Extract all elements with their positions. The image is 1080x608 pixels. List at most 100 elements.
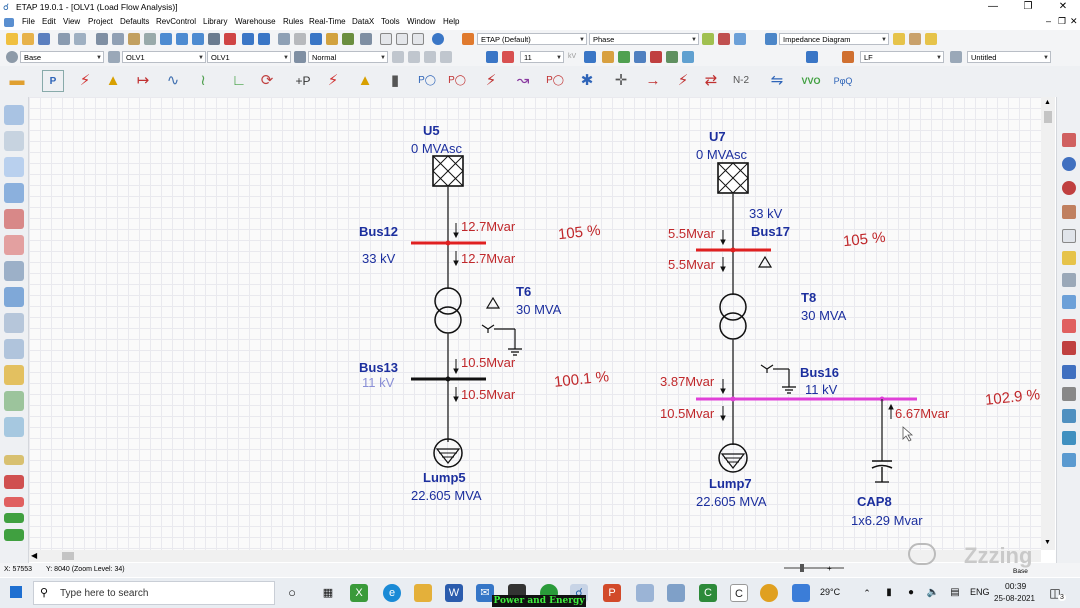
fuse-tool-icon[interactable]: [4, 475, 24, 489]
network-tool-icon[interactable]: [4, 529, 24, 541]
show-grid-icon[interactable]: [294, 33, 306, 45]
edge-icon[interactable]: e: [383, 584, 401, 602]
study-arrow-icon[interactable]: [806, 51, 818, 63]
capacitor-cap8[interactable]: [871, 460, 893, 483]
menu-revcontrol[interactable]: RevControl: [156, 17, 196, 26]
clock-time[interactable]: 00:39: [1005, 581, 1026, 591]
task-view-icon[interactable]: ▦: [319, 584, 337, 602]
zoom-in-icon[interactable]: [160, 33, 172, 45]
optimal-pf-icon[interactable]: P◯: [416, 70, 438, 92]
motor-tool-icon[interactable]: [4, 235, 24, 255]
ground-results-icon[interactable]: [1062, 387, 1076, 401]
report-manager-icon[interactable]: [634, 51, 646, 63]
menu-tools[interactable]: Tools: [381, 17, 400, 26]
mdi-close-button[interactable]: ✕: [1070, 16, 1078, 27]
ground-tool-icon[interactable]: [4, 417, 24, 437]
zoom-fit-icon[interactable]: [192, 33, 204, 45]
mdi-minimize-button[interactable]: –: [1046, 16, 1051, 26]
help-icon[interactable]: [432, 33, 444, 45]
run-load-flow-icon[interactable]: [486, 51, 498, 63]
mode-select[interactable]: Normal ▼: [308, 51, 388, 63]
transformer-t8[interactable]: [719, 293, 796, 394]
impedance-diagram-icon[interactable]: [765, 33, 777, 45]
switching-icon[interactable]: ✛: [610, 70, 632, 92]
voltage-results-icon[interactable]: [1062, 157, 1076, 171]
scroll-up-icon[interactable]: ▲: [1044, 99, 1051, 106]
green-tool-icon[interactable]: [4, 513, 24, 523]
tool-a-icon[interactable]: [392, 51, 404, 63]
notepad-icon[interactable]: [667, 584, 685, 602]
output-report-icon[interactable]: [950, 51, 962, 63]
utility-u7[interactable]: [717, 162, 749, 194]
mdi-restore-button[interactable]: ❐: [1058, 16, 1066, 27]
scroll-left-icon[interactable]: ◀: [31, 551, 37, 560]
protection-tool-icon[interactable]: [4, 455, 24, 465]
chrome-icon[interactable]: [760, 584, 778, 602]
pq-results-icon[interactable]: [1062, 133, 1076, 147]
menu-view[interactable]: View: [63, 17, 80, 26]
font-size-select[interactable]: 11 ▼: [520, 51, 564, 63]
text-box-icon[interactable]: [278, 33, 290, 45]
open-folder-icon[interactable]: [22, 33, 34, 45]
loading-results-icon[interactable]: [1062, 205, 1076, 219]
get-template-icon[interactable]: [342, 33, 354, 45]
edit-mode-icon[interactable]: ▬: [6, 70, 28, 92]
lightning-icon[interactable]: ⚡: [74, 70, 96, 92]
plot-results-icon[interactable]: [1062, 409, 1076, 423]
new-file-icon[interactable]: [6, 33, 18, 45]
undo-icon[interactable]: [242, 33, 254, 45]
config-status-icon[interactable]: [462, 33, 474, 45]
vertical-scrollbar[interactable]: ▲ ▼: [1041, 97, 1055, 550]
horizontal-scroll-thumb[interactable]: [62, 552, 74, 560]
export-icon[interactable]: [682, 51, 694, 63]
excel-icon[interactable]: X: [350, 584, 368, 602]
save-icon[interactable]: [38, 33, 50, 45]
arc-flash-icon[interactable]: ▲: [354, 70, 376, 92]
mode-icon[interactable]: [294, 51, 306, 63]
current-results-icon[interactable]: [1062, 181, 1076, 195]
print-icon[interactable]: [58, 33, 70, 45]
menu-datax[interactable]: DataX: [352, 17, 374, 26]
vvo-label[interactable]: VVO: [800, 70, 822, 92]
run-load-flow-button[interactable]: P: [42, 70, 64, 92]
grid-icon[interactable]: [310, 33, 322, 45]
cycle-icon[interactable]: ⟳: [256, 70, 278, 92]
panel-tool-icon[interactable]: [4, 339, 24, 359]
alert-icon[interactable]: [602, 51, 614, 63]
reliability-icon[interactable]: P◯: [446, 70, 468, 92]
curve-icon[interactable]: ∟: [228, 70, 250, 92]
olv-select-b[interactable]: OLV1 ▼: [207, 51, 291, 63]
color-icon[interactable]: [734, 33, 746, 45]
document-icon[interactable]: [4, 18, 14, 27]
check-icon[interactable]: [224, 33, 236, 45]
tool-b-icon[interactable]: [408, 51, 420, 63]
taskbar-search-box[interactable]: ⚲ Type here to search: [33, 581, 275, 605]
relay-tool-icon[interactable]: [4, 209, 24, 229]
windows-start-icon[interactable]: [10, 586, 22, 598]
word-icon[interactable]: W: [445, 584, 463, 602]
gear-icon[interactable]: [6, 51, 18, 63]
transformer-tool-icon[interactable]: [4, 183, 24, 203]
cut-icon[interactable]: [96, 33, 108, 45]
compare-icon[interactable]: [666, 51, 678, 63]
font-color-icon[interactable]: [502, 51, 514, 63]
table-icon[interactable]: [380, 33, 392, 45]
pen-app-icon[interactable]: [636, 584, 654, 602]
network-tray-icon[interactable]: ▤: [946, 584, 964, 602]
clock-date[interactable]: 25-08-2021: [994, 594, 1035, 603]
plot-icon[interactable]: [650, 51, 662, 63]
link-icon[interactable]: [360, 33, 372, 45]
zoom-window-icon[interactable]: [208, 33, 220, 45]
relay-icon[interactable]: →: [642, 70, 664, 92]
copy-icon[interactable]: [112, 33, 124, 45]
n-2-label[interactable]: N-2: [730, 70, 752, 92]
close-button[interactable]: ✕: [1048, 0, 1078, 15]
menu-window[interactable]: Window: [407, 17, 435, 26]
flow-results-icon[interactable]: [1062, 319, 1076, 333]
report-icon[interactable]: [396, 33, 408, 45]
pq-label[interactable]: PφQ: [832, 70, 854, 92]
output-report-select[interactable]: Untitled ▼: [967, 51, 1051, 63]
c-app-icon[interactable]: C: [730, 584, 748, 602]
temperature-label[interactable]: 29°C: [820, 587, 840, 597]
paste-icon[interactable]: [128, 33, 140, 45]
